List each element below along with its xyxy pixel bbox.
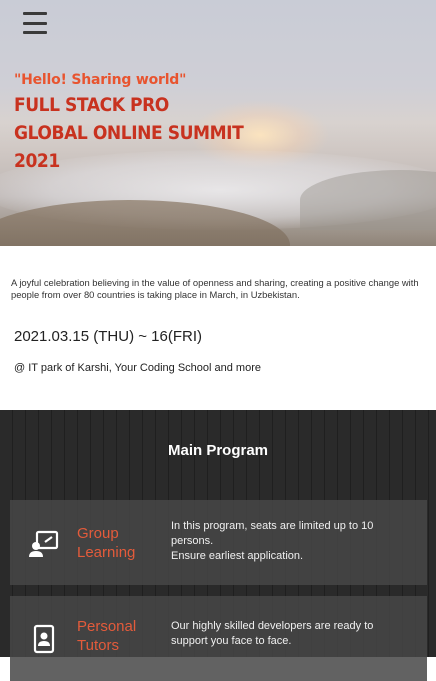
- program-description: Our highly skilled developers are ready …: [171, 619, 411, 649]
- program-name-line: Group: [77, 525, 119, 542]
- id-badge-icon: [33, 624, 55, 654]
- presenter-board-icon: [29, 530, 59, 557]
- menu-bar: [23, 12, 47, 15]
- program-name: Personal Tutors: [77, 617, 157, 655]
- event-description: A joyful celebration believing in the va…: [11, 277, 419, 300]
- program-name-line: Learning: [77, 544, 136, 561]
- hero-title-line: 2021: [14, 150, 60, 172]
- hero-title-line: GLOBAL ONLINE SUMMIT: [14, 122, 244, 144]
- program-description-line: In this program, seats are limited up to…: [171, 520, 374, 532]
- event-venue: @ IT park of Karshi, Your Coding School …: [14, 362, 261, 374]
- program-description-line: persons.: [171, 535, 214, 547]
- main-program-section: Main Program Group Learning In this prog…: [0, 410, 436, 681]
- hamburger-menu-icon[interactable]: [23, 12, 47, 34]
- program-description-line: Ensure earliest application.: [171, 550, 304, 562]
- hero-tagline: "Hello! Sharing world": [14, 72, 187, 88]
- program-name: Group Learning: [77, 524, 157, 562]
- program-name-line: Tutors: [77, 637, 119, 654]
- program-name-line: Personal: [77, 618, 137, 635]
- hero-title-line: FULL STACK PRO: [14, 94, 169, 116]
- menu-bar: [23, 31, 47, 34]
- event-date: 2021.03.15 (THU) ~ 16(FRI): [14, 328, 202, 345]
- program-description: In this program, seats are limited up to…: [171, 519, 411, 564]
- program-description-line: support you face to face.: [171, 635, 292, 647]
- menu-bar: [23, 21, 47, 25]
- program-card-personal-tutors[interactable]: Personal Tutors Our highly skilled devel…: [10, 596, 427, 681]
- event-intro: A joyful celebration believing in the va…: [0, 246, 436, 410]
- section-title: Main Program: [167, 442, 269, 459]
- program-description-line: Our highly skilled developers are ready …: [171, 620, 374, 632]
- hero-text: "Hello! Sharing world" FULL STACK PRO GL…: [14, 72, 269, 175]
- hero-banner: "Hello! Sharing world" FULL STACK PRO GL…: [0, 0, 436, 246]
- program-card-group-learning[interactable]: Group Learning In this program, seats ar…: [10, 500, 427, 585]
